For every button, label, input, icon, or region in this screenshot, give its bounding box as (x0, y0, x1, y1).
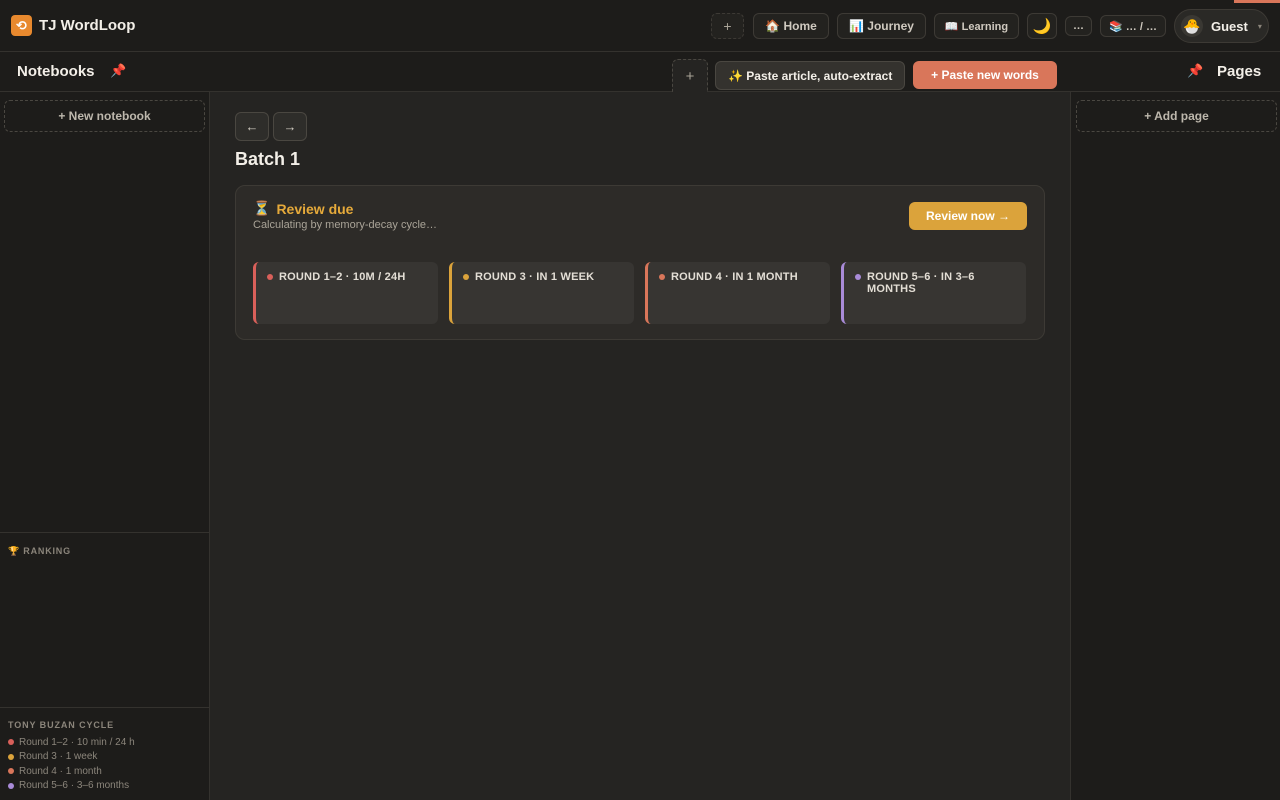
round-dot-icon (8, 753, 14, 760)
round-dot-icon (267, 274, 273, 280)
notebooks-title: Notebooks (17, 63, 95, 80)
cycle-item-label: Round 5–6 · 3–6 months (19, 780, 130, 792)
pin-notebooks-icon[interactable]: 📌 (110, 63, 126, 79)
round-dot-icon (855, 274, 861, 280)
review-title: Review due (276, 200, 354, 217)
cycle-item-label: Round 4 · 1 month (19, 765, 102, 777)
add-tab-button[interactable]: + (672, 59, 708, 92)
more-button[interactable]: … (1065, 16, 1092, 36)
ranking-title: 🏆 RANKING (8, 546, 71, 556)
round-dot-icon (8, 782, 14, 789)
pin-pages-icon[interactable]: 📌 (1187, 63, 1203, 79)
round-dot-icon (8, 739, 14, 746)
cycle-item-label: Round 1–2 · 10 min / 24 h (19, 736, 135, 748)
chevron-down-icon: ▾ (1257, 21, 1262, 31)
library-selector[interactable]: 📚 … / … (1100, 15, 1166, 37)
paste-new-words-button[interactable]: + Paste new words (913, 61, 1057, 89)
round-label: ROUND 5–6 · IN 3–6 MONTHS (855, 271, 1018, 295)
cycle-item: Round 4 · 1 month (8, 764, 135, 779)
learning-nav-button[interactable]: 📖 Learning (934, 13, 1019, 39)
review-now-button[interactable]: Review now → (909, 202, 1027, 230)
paste-article-button[interactable]: ✨ Paste article, auto-extract (715, 61, 906, 90)
user-menu[interactable]: 🐣 Guest ▾ (1174, 9, 1269, 43)
buzan-cycle-legend: TONY BUZAN CYCLE Round 1–2 · 10 min / 24… (0, 707, 209, 800)
review-subtitle: Calculating by memory-decay cycle… (253, 219, 438, 231)
app-title: TJ WordLoop (39, 17, 136, 34)
review-due-card: ⏳ Review due Calculating by memory-decay… (235, 185, 1045, 340)
loop-icon: ⟲ (11, 15, 32, 36)
round-dot-icon (659, 274, 665, 280)
round-label-text: ROUND 4 · IN 1 MONTH (671, 271, 798, 283)
brand[interactable]: ⟲ TJ WordLoop (11, 15, 135, 36)
cycle-item: Round 3 · 1 week (8, 750, 135, 765)
round-card[interactable]: ROUND 4 · IN 1 MONTH (645, 262, 830, 324)
top-bar: ⟲ TJ WordLoop + 🏠 Home 📊 Journey 📖 Learn… (0, 0, 1280, 52)
round-card[interactable]: ROUND 3 · IN 1 WEEK (449, 262, 634, 324)
round-label-text: ROUND 5–6 · IN 3–6 MONTHS (867, 271, 975, 295)
round-card[interactable]: ROUND 1–2 · 10M / 24H (253, 262, 438, 324)
theme-toggle-moon-icon[interactable]: 🌙 (1027, 13, 1057, 39)
prev-batch-button[interactable]: ← (235, 112, 269, 141)
avatar: 🐣 (1181, 15, 1203, 37)
pages-title: Pages (1217, 63, 1262, 80)
round-label: ROUND 4 · IN 1 MONTH (659, 271, 822, 283)
round-label-text: ROUND 3 · IN 1 WEEK (475, 271, 595, 283)
cycle-item: Round 1–2 · 10 min / 24 h (8, 735, 135, 750)
add-button[interactable]: + (711, 13, 744, 39)
hourglass-icon: ⏳ (253, 200, 271, 216)
round-dot-icon (463, 274, 469, 280)
home-nav-button[interactable]: 🏠 Home (753, 13, 829, 39)
ranking-section: 🏆 RANKING (0, 532, 209, 707)
add-page-button[interactable]: + Add page (1076, 100, 1277, 132)
round-dot-icon (8, 768, 14, 775)
round-label: ROUND 3 · IN 1 WEEK (463, 271, 626, 283)
sub-bar: Notebooks 📌 + ✨ Paste article, auto-extr… (0, 52, 1280, 92)
user-name: Guest (1211, 18, 1248, 34)
round-label: ROUND 1–2 · 10M / 24H (267, 271, 430, 283)
notebooks-sidebar: + New notebook 🏆 RANKING TONY BUZAN CYCL… (0, 92, 210, 800)
review-heading: ⏳ Review due (253, 200, 353, 217)
cycle-title: TONY BUZAN CYCLE (8, 720, 115, 730)
journey-nav-button[interactable]: 📊 Journey (837, 13, 926, 39)
pages-sidebar: + Add page (1070, 92, 1280, 800)
batch-title: Batch 1 (235, 149, 301, 169)
cycle-list: Round 1–2 · 10 min / 24 h Round 3 · 1 wee… (8, 735, 135, 793)
cycle-item-label: Round 3 · 1 week (19, 751, 98, 763)
cycle-item: Round 5–6 · 3–6 months (8, 779, 135, 794)
round-card[interactable]: ROUND 5–6 · IN 3–6 MONTHS (841, 262, 1026, 324)
round-label-text: ROUND 1–2 · 10M / 24H (279, 271, 406, 283)
next-batch-button[interactable]: → (273, 112, 307, 141)
new-notebook-button[interactable]: + New notebook (4, 100, 205, 132)
top-accent-line (1234, 0, 1280, 3)
